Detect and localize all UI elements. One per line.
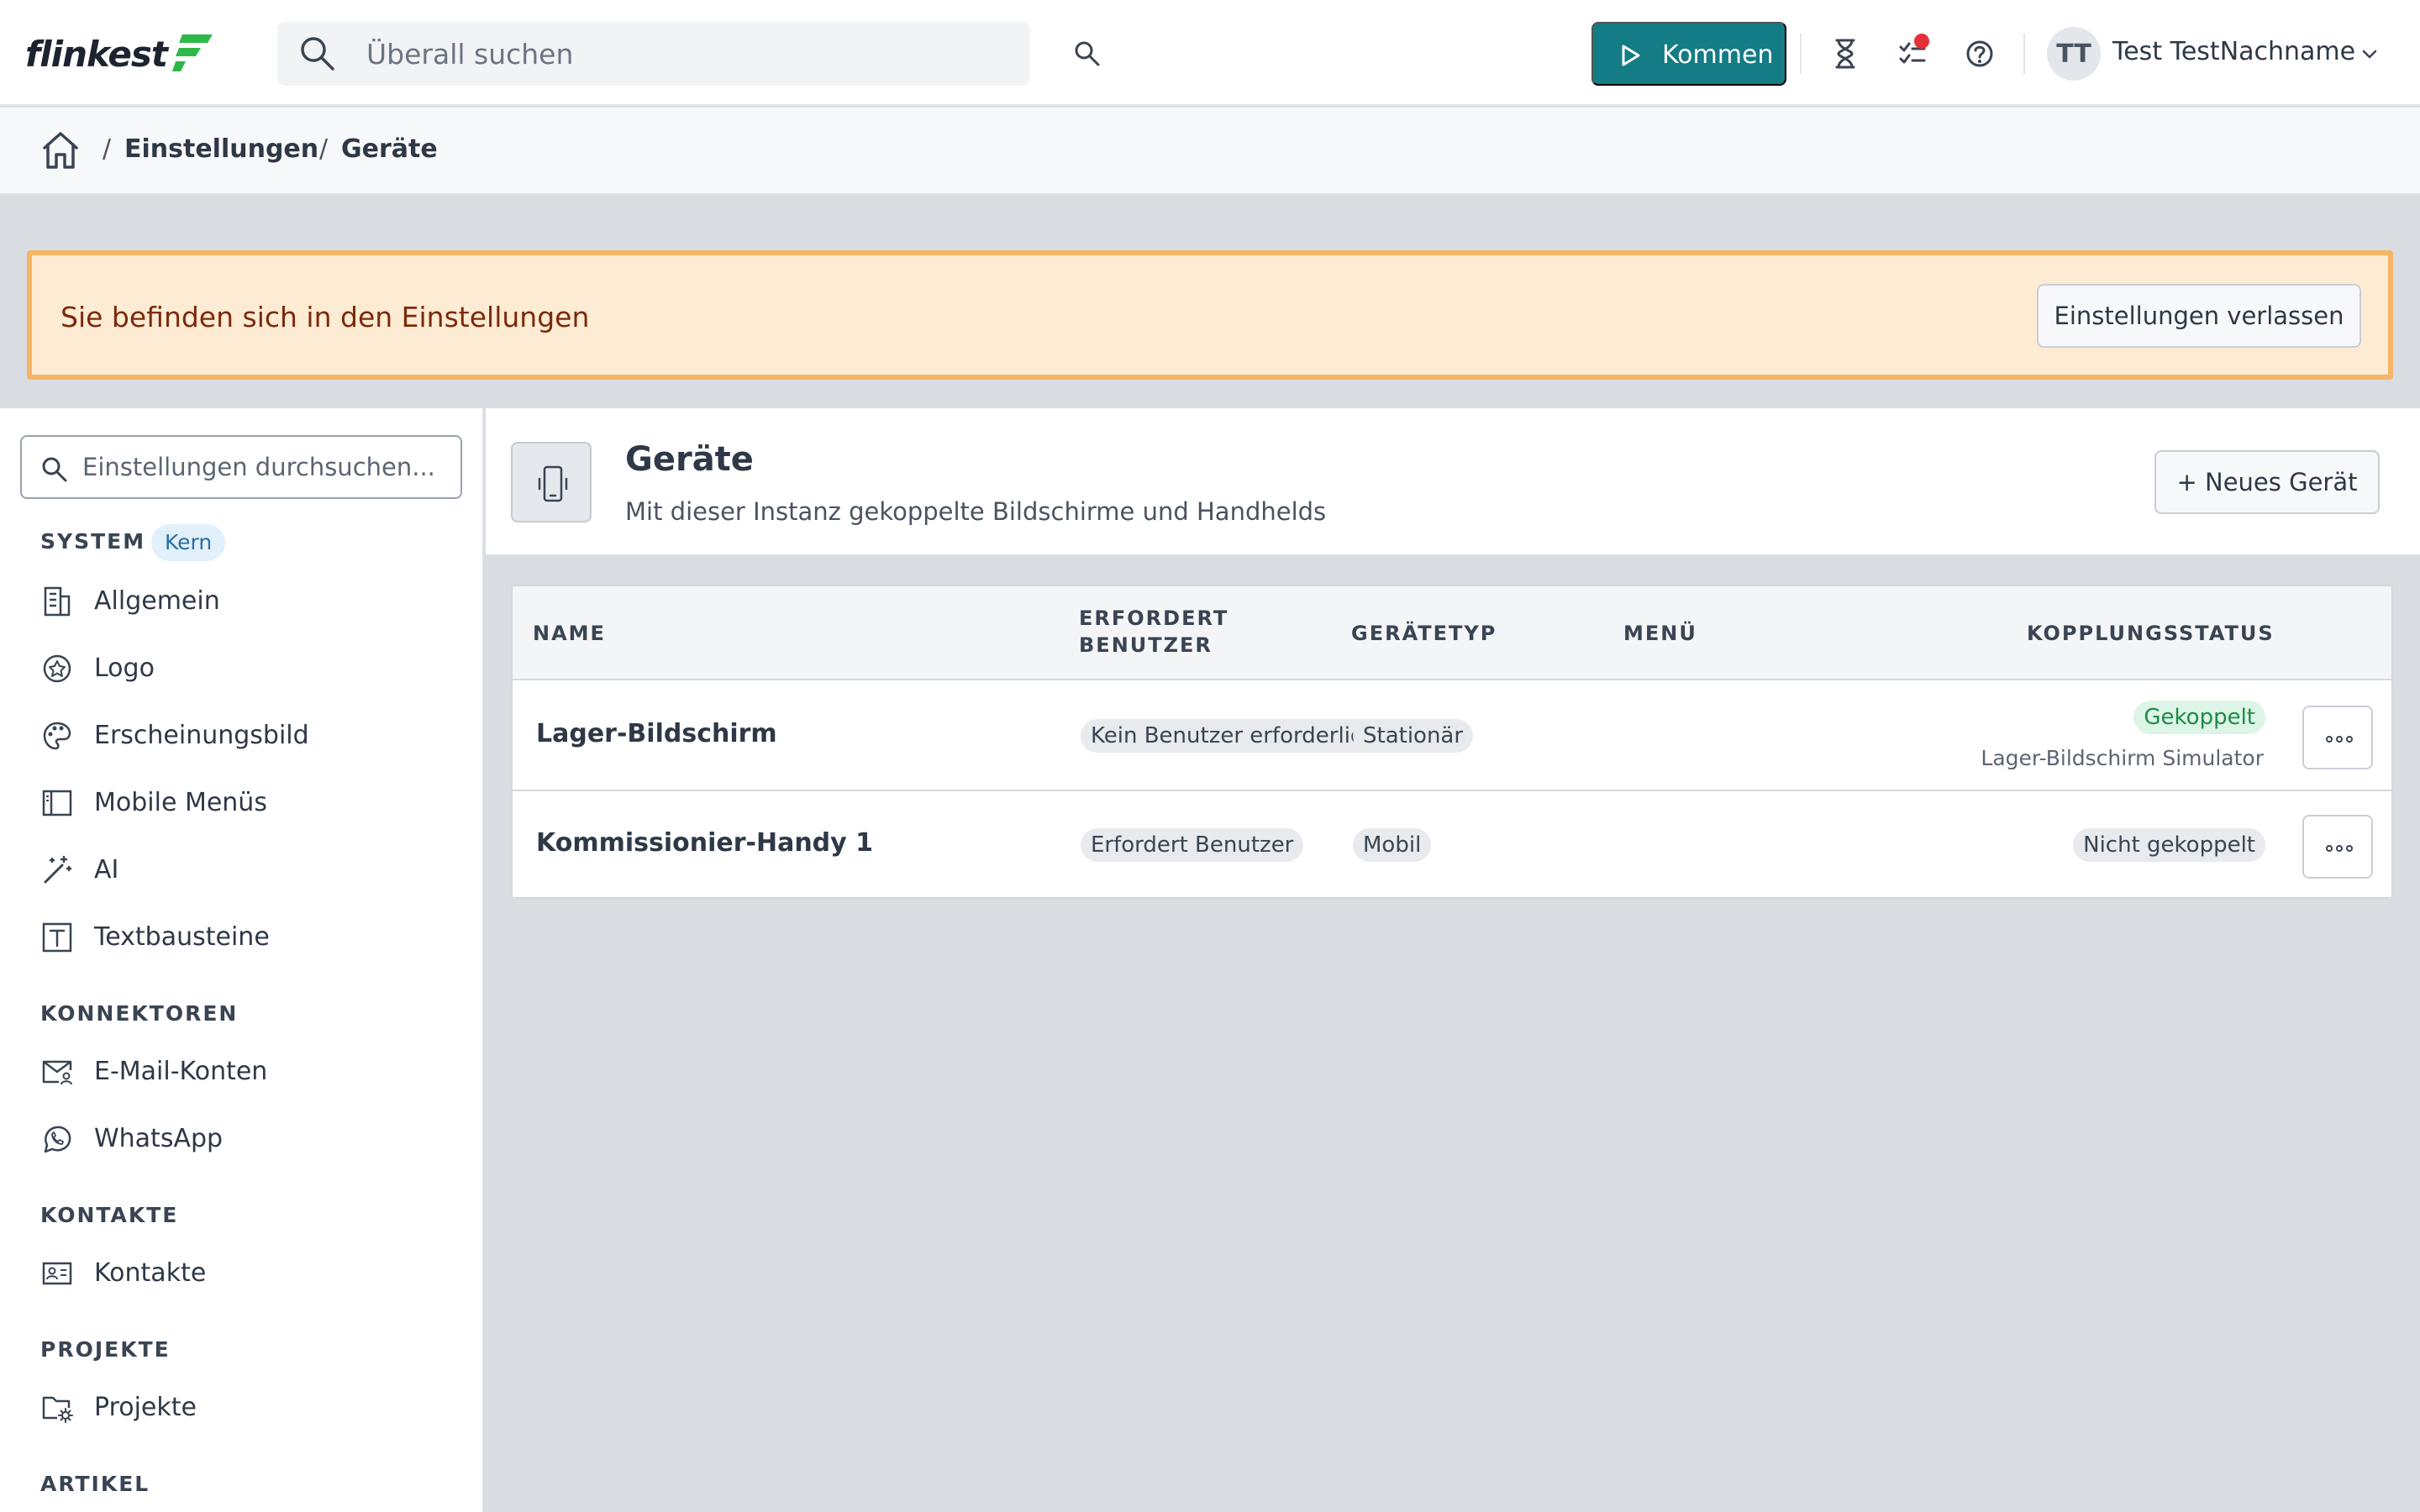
play-icon — [1622, 45, 1640, 66]
whatsapp-icon — [44, 1126, 71, 1153]
device-name: Kommissionier-Handy 1 — [536, 828, 874, 858]
home-icon[interactable] — [40, 129, 81, 171]
column-header-erfordert-benutzer[interactable]: ERFORDERT BENUTZER — [1079, 605, 1228, 659]
requires-user-badge: Erfordert Benutzer — [1081, 828, 1304, 862]
palette-icon — [43, 722, 71, 750]
sidebar-item-logo[interactable]: Logo — [40, 643, 460, 694]
device-name: Lager-Bildschirm — [536, 719, 777, 748]
sidebar-item-label: WhatsApp — [94, 1124, 224, 1153]
kommen-button[interactable]: Kommen — [1591, 22, 1786, 86]
sidebar-item-label: Erscheinungsbild — [94, 721, 309, 750]
hourglass-icon[interactable] — [1828, 37, 1862, 71]
global-search[interactable] — [277, 22, 1030, 86]
settings-search-input[interactable] — [82, 449, 452, 486]
sidebar-item-erscheinungsbild[interactable]: Erscheinungsbild — [40, 711, 460, 761]
logo-mark-icon — [171, 34, 213, 71]
column-header-menue[interactable]: MENÜ — [1623, 620, 1697, 647]
badge-icon — [43, 654, 71, 683]
section-header-artikel: ARTIKEL — [40, 1472, 150, 1496]
page-header: Geräte Mit dieser Instanz gekoppelte Bil… — [486, 408, 2420, 556]
section-header-system: SYSTEM — [40, 529, 146, 554]
section-header-konnektoren: KONNEKTOREN — [40, 1001, 239, 1026]
breadcrumb-separator: / — [319, 134, 329, 164]
breadcrumb-einstellungen[interactable]: Einstellungen — [124, 134, 318, 164]
kommen-label: Kommen — [1662, 40, 1774, 70]
table-row[interactable]: Lager-Bildschirm Kein Benutzer erforderl… — [513, 682, 2391, 791]
global-search-input[interactable] — [366, 34, 1005, 74]
status-badge: Gekoppelt — [2133, 701, 2265, 734]
more-icon — [2326, 845, 2353, 852]
devices-table: NAME ERFORDERT BENUTZER GERÄTETYP MENÜ K… — [511, 585, 2393, 899]
breadcrumb-separator: / — [103, 134, 112, 164]
divider — [2023, 34, 2025, 74]
device-icon — [538, 465, 568, 502]
text-icon — [42, 922, 72, 953]
leave-settings-button[interactable]: Einstellungen verlassen — [2037, 284, 2361, 348]
row-actions-button[interactable] — [2302, 706, 2373, 769]
table-header: NAME ERFORDERT BENUTZER GERÄTETYP MENÜ K… — [513, 586, 2391, 680]
breadcrumb-current: Geräte — [341, 134, 438, 164]
magic-wand-icon — [44, 855, 72, 884]
column-header-geraetetyp[interactable]: GERÄTETYP — [1351, 620, 1497, 647]
sidebar-item-mobile-menues[interactable]: Mobile Menüs — [40, 778, 460, 828]
sidebar-item-label: Projekte — [94, 1393, 197, 1422]
help-icon[interactable] — [1963, 37, 1996, 71]
column-header-line: BENUTZER — [1079, 633, 1213, 657]
status-badge: Nicht gekoppelt — [2073, 828, 2265, 862]
device-type-badge: Stationär — [1353, 719, 1474, 753]
avatar[interactable]: TT — [2047, 27, 2101, 81]
logo-text: flinkest — [25, 33, 168, 75]
sidebar-layout-icon — [42, 790, 72, 816]
breadcrumb: / Einstellungen / Geräte — [0, 108, 2420, 195]
sidebar-item-label: Allgemein — [94, 586, 220, 616]
sidebar-item-label: Logo — [94, 654, 155, 683]
page-title: Geräte — [625, 440, 754, 479]
top-bar: flinkest Kommen — [0, 0, 2420, 106]
mail-user-icon — [42, 1060, 72, 1085]
row-actions-button[interactable] — [2302, 815, 2373, 879]
sidebar-item-label: Textbausteine — [94, 922, 270, 952]
sidebar-item-textbausteine[interactable]: Textbausteine — [40, 912, 460, 963]
search-icon — [301, 37, 334, 71]
section-header-kontakte: KONTAKTE — [40, 1203, 179, 1227]
column-header-kopplungsstatus[interactable]: KOPPLUNGSSTATUS — [2027, 620, 2275, 647]
sidebar-item-projekte[interactable]: Projekte — [40, 1383, 460, 1433]
column-header-line: ERFORDERT — [1079, 606, 1229, 630]
sidebar-item-label: E-Mail-Konten — [94, 1057, 268, 1086]
device-type-badge: Mobil — [1353, 828, 1432, 862]
sidebar-item-kontakte[interactable]: Kontakte — [40, 1248, 460, 1299]
settings-banner: Sie befinden sich in den Einstellungen E… — [27, 250, 2393, 380]
settings-search[interactable] — [20, 435, 462, 499]
sidebar-item-email-konten[interactable]: E-Mail-Konten — [40, 1047, 460, 1097]
table-row[interactable]: Kommissionier-Handy 1 Erfordert Benutzer… — [513, 793, 2391, 897]
device-icon-box — [511, 442, 592, 522]
search-icon — [42, 457, 67, 482]
user-name[interactable]: Test TestNachname — [2112, 37, 2355, 66]
column-header-name[interactable]: NAME — [533, 620, 606, 647]
building-icon — [44, 586, 71, 617]
sidebar-item-allgemein[interactable]: Allgemein — [40, 576, 460, 627]
page-subtitle: Mit dieser Instanz gekoppelte Bildschirm… — [625, 497, 1327, 526]
requires-user-badge: Kein Benutzer erforderlich — [1081, 719, 1386, 753]
chevron-down-icon[interactable] — [2360, 44, 2380, 64]
sidebar-item-label: AI — [94, 855, 119, 885]
banner-text: Sie befinden sich in den Einstellungen — [60, 301, 590, 333]
folder-gear-icon — [42, 1396, 73, 1423]
new-device-button[interactable]: + Neues Gerät — [2154, 450, 2380, 514]
app-logo[interactable]: flinkest — [25, 30, 214, 77]
sidebar-item-whatsapp[interactable]: WhatsApp — [40, 1114, 460, 1164]
contact-card-icon — [42, 1262, 72, 1285]
section-header-projekte: PROJEKTE — [40, 1337, 171, 1362]
sidebar-item-label: Kontakte — [94, 1258, 207, 1288]
sidebar-item-ai[interactable]: AI — [40, 845, 460, 895]
kern-badge: Kern — [151, 524, 226, 561]
advanced-search-icon[interactable] — [1072, 39, 1102, 69]
divider — [1800, 34, 1802, 74]
settings-sidebar: SYSTEM Kern Allgemein Logo Erscheinungsb… — [0, 408, 484, 1512]
more-icon — [2326, 736, 2353, 743]
status-detail: Lager-Bildschirm Simulator — [1981, 746, 2264, 770]
sidebar-item-label: Mobile Menüs — [94, 788, 267, 817]
notification-dot — [1914, 34, 1929, 49]
